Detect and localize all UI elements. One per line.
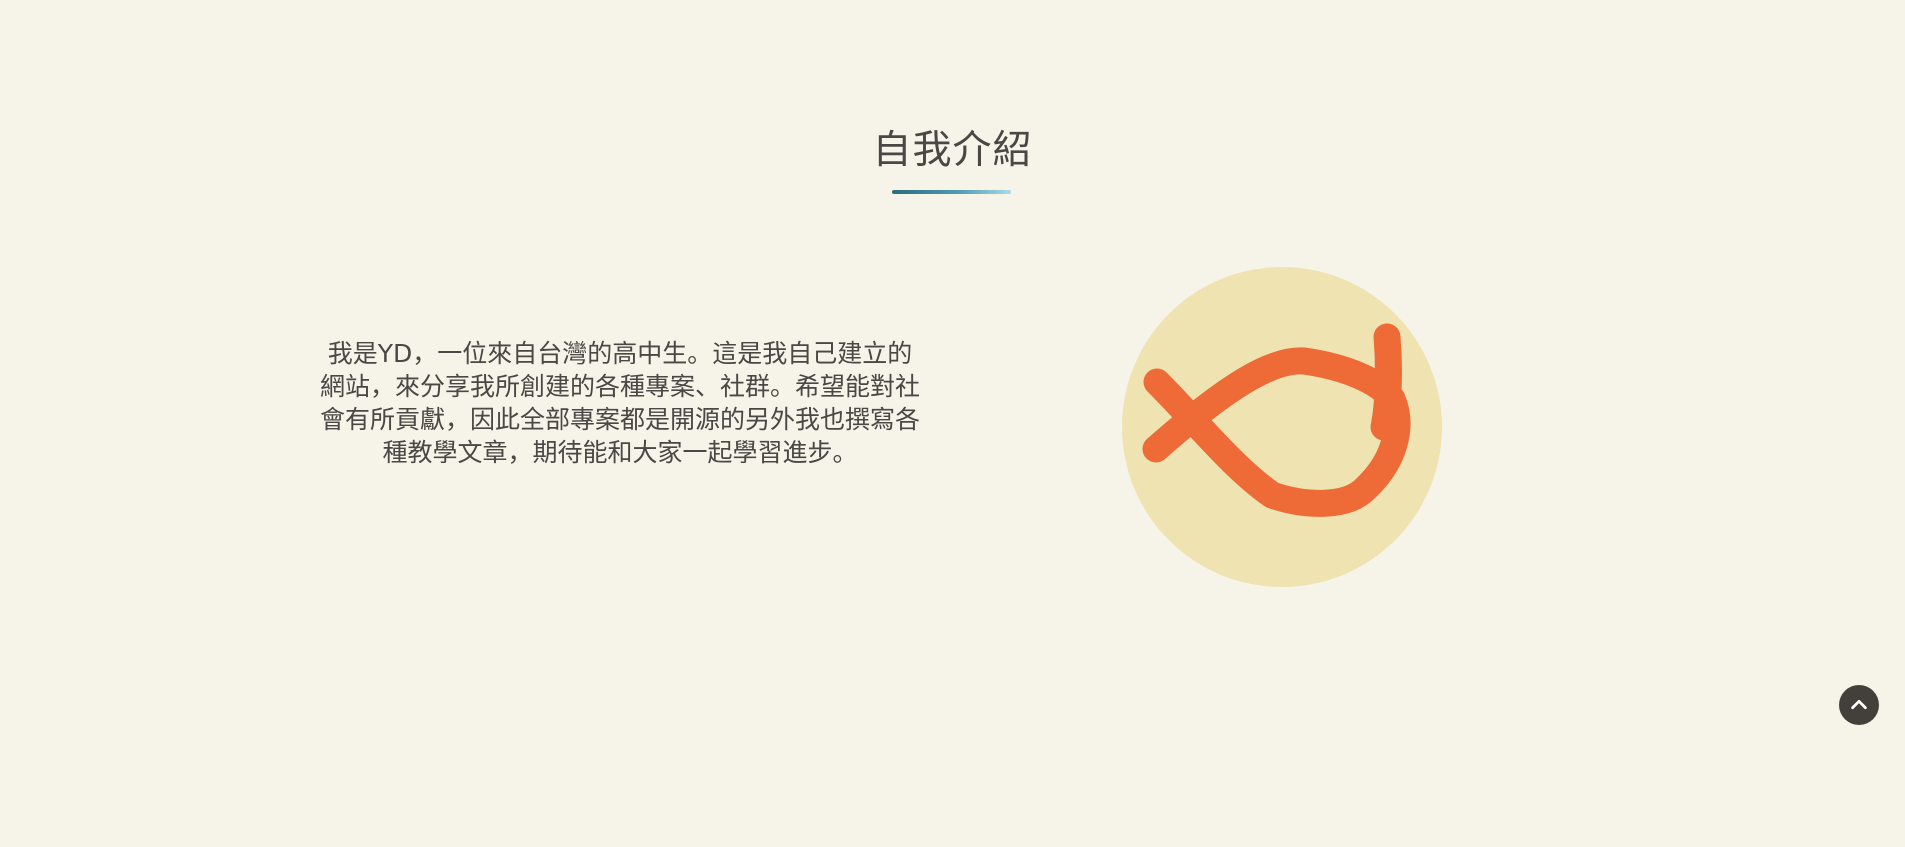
section-title: 自我介紹 — [872, 128, 1033, 173]
title-underline — [892, 190, 1011, 194]
chevron-up-icon — [1851, 699, 1867, 710]
back-to-top-button[interactable] — [1839, 685, 1879, 725]
yd-logo-icon — [1142, 323, 1411, 517]
avatar — [1122, 267, 1442, 587]
about-page: 自我介紹 我是YD，一位來自台灣的高中生。這是我自己建立的網站，來分享我所創建的… — [0, 0, 1905, 847]
intro-paragraph: 我是YD，一位來自台灣的高中生。這是我自己建立的網站，來分享我所創建的各種專案、… — [320, 339, 921, 467]
